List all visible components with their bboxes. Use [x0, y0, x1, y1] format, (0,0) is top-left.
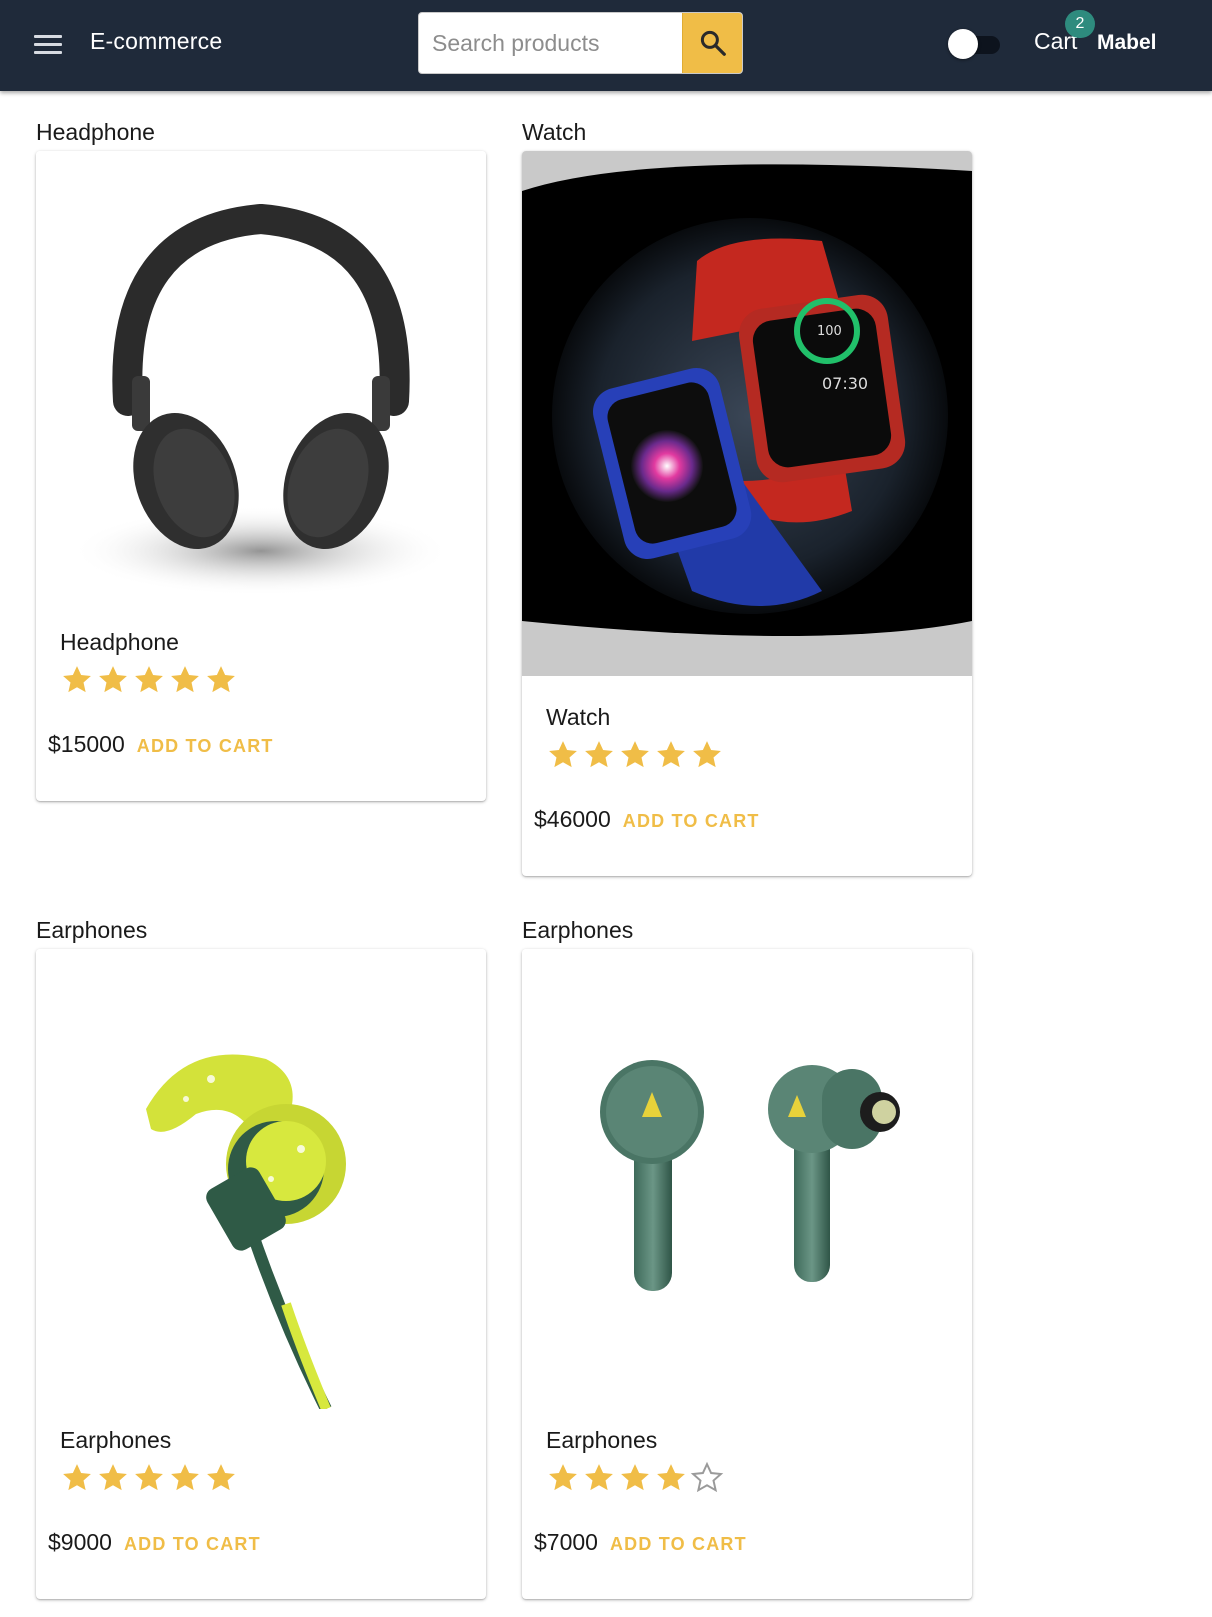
svg-text:07:30: 07:30 — [822, 374, 868, 393]
card-actions: $15000 ADD TO CART — [48, 731, 278, 761]
star-filled-icon — [621, 1464, 649, 1491]
product-heading: Earphones — [522, 917, 634, 943]
star-filled-icon — [171, 666, 199, 693]
user-name[interactable]: Mabel — [1097, 31, 1157, 55]
theme-toggle[interactable] — [948, 27, 1004, 61]
product-price: $7000 — [534, 1529, 598, 1555]
cart-count-badge: 2 — [1065, 10, 1095, 38]
card-actions: $7000 ADD TO CART — [534, 1529, 751, 1559]
app-bar: E-commerce Cart 2 Mabel — [0, 0, 1212, 91]
add-to-cart-button[interactable]: ADD TO CART — [133, 732, 278, 761]
app-title: E-commerce — [90, 28, 223, 54]
star-filled-icon — [135, 1464, 163, 1491]
product-name: Earphones — [60, 1427, 172, 1453]
star-filled-icon — [207, 1464, 235, 1491]
product-name: Headphone — [60, 629, 179, 655]
card-actions: $46000 ADD TO CART — [534, 806, 764, 836]
star-rating — [546, 738, 724, 772]
star-filled-icon — [585, 741, 613, 768]
search-button[interactable] — [682, 13, 742, 73]
star-filled-icon — [63, 1464, 91, 1491]
wireless-earbuds-image[interactable] — [522, 949, 972, 1409]
menu-icon[interactable] — [28, 26, 68, 62]
product-price: $15000 — [48, 731, 125, 757]
product-section: Earphones Earphones $9000 ADD TO CART — [36, 915, 486, 1599]
product-card: Earphones $9000 ADD TO CART — [36, 949, 486, 1599]
star-rating — [60, 1461, 238, 1495]
product-card: Headphone $15000 ADD TO CART — [36, 151, 486, 801]
search-icon — [700, 30, 726, 56]
star-filled-icon — [99, 666, 127, 693]
star-filled-icon — [657, 1464, 685, 1491]
star-filled-icon — [135, 666, 163, 693]
product-heading: Watch — [522, 119, 587, 145]
product-section: Watch 100 07:30 Watch $46000 ADD TO CART — [522, 117, 972, 876]
product-card: 100 07:30 Watch $46000 ADD TO CART — [522, 151, 972, 876]
star-empty-icon — [690, 1461, 724, 1493]
product-price: $46000 — [534, 806, 611, 832]
product-name: Watch — [546, 704, 611, 730]
star-rating — [60, 663, 238, 697]
star-filled-icon — [693, 741, 721, 768]
star-rating — [546, 1461, 724, 1495]
sports-earphone-image[interactable] — [36, 949, 486, 1409]
star-filled-icon — [657, 741, 685, 768]
product-card: Earphones $7000 ADD TO CART — [522, 949, 972, 1599]
star-filled-icon — [63, 666, 91, 693]
headphone-image[interactable] — [36, 151, 486, 611]
product-price: $9000 — [48, 1529, 112, 1555]
search-box — [418, 12, 743, 74]
star-filled-icon — [99, 1464, 127, 1491]
star-filled-icon — [621, 741, 649, 768]
product-heading: Earphones — [36, 917, 148, 943]
star-filled-icon — [585, 1464, 613, 1491]
star-filled-icon — [549, 741, 577, 768]
product-section: Earphones Earphones $7000 ADD TO CART — [522, 915, 972, 1599]
svg-text:100: 100 — [817, 324, 842, 339]
add-to-cart-button[interactable]: ADD TO CART — [606, 1530, 751, 1559]
toggle-knob — [948, 29, 978, 59]
star-filled-icon — [207, 666, 235, 693]
product-name: Earphones — [546, 1427, 658, 1453]
star-filled-icon — [171, 1464, 199, 1491]
search-input[interactable] — [419, 13, 683, 73]
add-to-cart-button[interactable]: ADD TO CART — [120, 1530, 265, 1559]
star-filled-icon — [549, 1464, 577, 1491]
add-to-cart-button[interactable]: ADD TO CART — [619, 807, 764, 836]
card-actions: $9000 ADD TO CART — [48, 1529, 265, 1559]
smartwatch-image[interactable]: 100 07:30 — [522, 151, 972, 676]
product-section: Headphone Headphone $15000 ADD TO CART — [36, 117, 486, 801]
product-heading: Headphone — [36, 119, 155, 145]
